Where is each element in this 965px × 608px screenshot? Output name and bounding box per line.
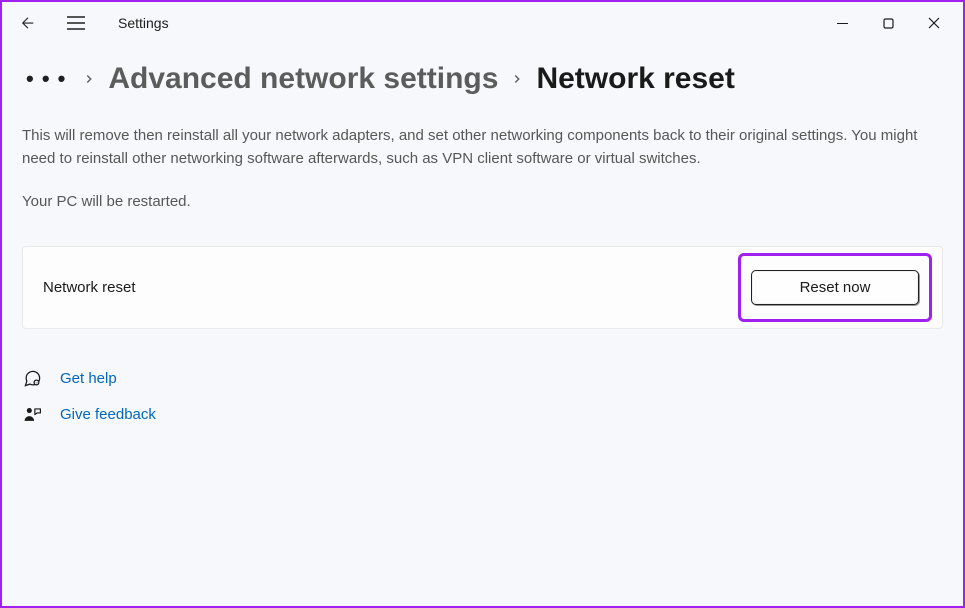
maximize-button[interactable] [865, 7, 911, 39]
breadcrumb-more[interactable]: • • • [22, 66, 70, 92]
get-help-link[interactable]: ? Get help [22, 369, 943, 389]
help-icon: ? [22, 369, 42, 389]
give-feedback-text: Give feedback [60, 406, 156, 423]
footer-links: ? Get help Give feedback [22, 369, 943, 425]
maximize-icon [883, 18, 894, 29]
restart-note: Your PC will be restarted. [22, 193, 943, 210]
close-icon [928, 17, 940, 29]
back-button[interactable] [14, 9, 42, 37]
chevron-right-icon [82, 72, 96, 86]
window-controls [819, 7, 957, 39]
content-area: • • • Advanced network settings Network … [2, 44, 963, 425]
minimize-button[interactable] [819, 7, 865, 39]
get-help-text: Get help [60, 370, 117, 387]
description-text: This will remove then reinstall all your… [22, 124, 932, 171]
breadcrumb-current: Network reset [536, 62, 734, 96]
hamburger-button[interactable] [62, 9, 90, 37]
give-feedback-link[interactable]: Give feedback [22, 405, 943, 425]
window-title: Settings [118, 15, 169, 31]
reset-now-button[interactable]: Reset now [751, 270, 919, 305]
close-button[interactable] [911, 7, 957, 39]
highlight-annotation: Reset now [738, 253, 932, 322]
titlebar-left: Settings [14, 9, 169, 37]
breadcrumb-parent[interactable]: Advanced network settings [108, 62, 498, 96]
network-reset-card: Network reset Reset now [22, 246, 943, 329]
feedback-icon [22, 405, 42, 425]
chevron-right-icon [510, 72, 524, 86]
breadcrumb: • • • Advanced network settings Network … [22, 62, 943, 96]
hamburger-icon [67, 16, 85, 30]
minimize-icon [837, 18, 848, 29]
card-label: Network reset [43, 279, 136, 296]
arrow-left-icon [19, 14, 37, 32]
titlebar: Settings [2, 2, 963, 44]
